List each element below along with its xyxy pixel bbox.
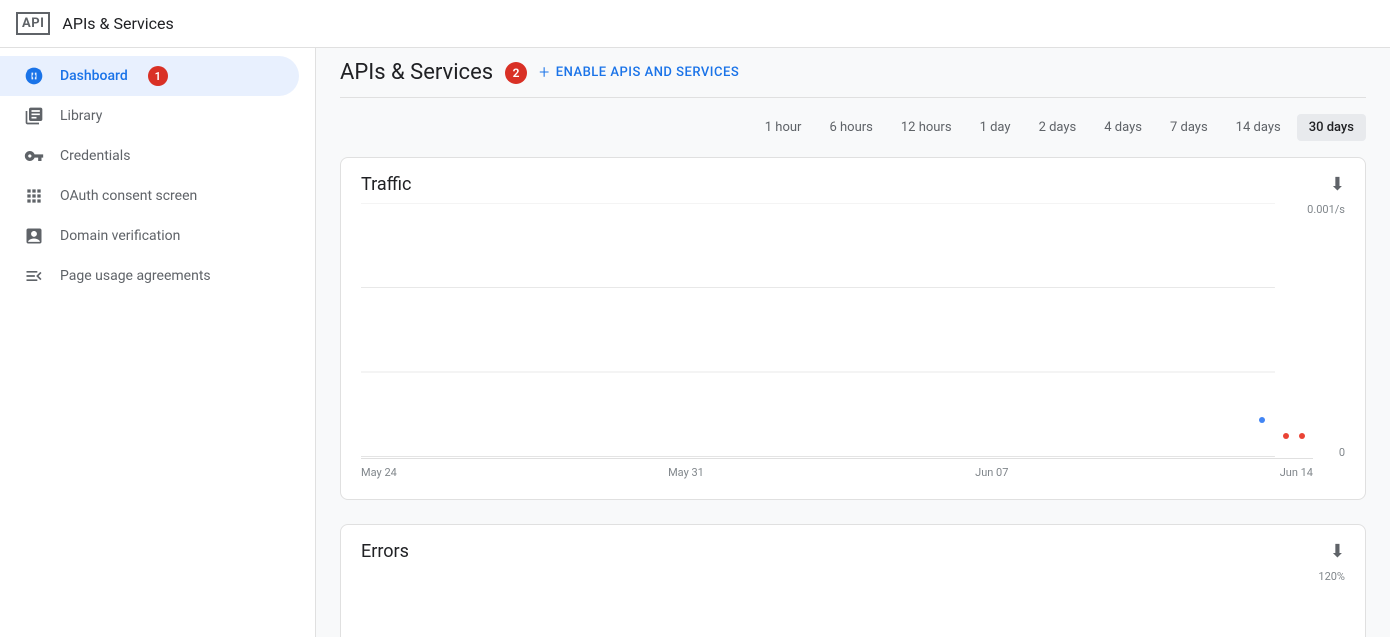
time-btn-1hour[interactable]: 1 hour [753,114,814,141]
key-icon [24,146,44,166]
sidebar-item-library[interactable]: Library [0,96,299,136]
time-btn-7days[interactable]: 7 days [1158,114,1220,141]
time-btn-30days[interactable]: 30 days [1297,114,1366,141]
time-btn-1day[interactable]: 1 day [968,114,1023,141]
oauth-icon [24,186,44,206]
errors-download-button[interactable]: ⬇ [1330,541,1345,562]
sidebar-item-oauth[interactable]: OAuth consent screen [0,176,299,216]
enable-apis-button[interactable]: + ENABLE APIS AND SERVICES [539,62,739,83]
time-range-selector: 1 hour 6 hours 12 hours 1 day 2 days 4 d… [340,114,1366,141]
traffic-dot-blue [1259,417,1265,423]
sidebar-item-domain-label: Domain verification [60,228,180,244]
time-btn-4days[interactable]: 4 days [1092,114,1154,141]
errors-chart-header: Errors ⬇ [361,541,1345,562]
traffic-x-label-1: May 31 [668,466,704,479]
sidebar-dashboard-badge: 1 [148,66,168,86]
settings-icon [24,266,44,286]
time-btn-6hours[interactable]: 6 hours [817,114,884,141]
sidebar-item-domain[interactable]: Domain verification [0,216,299,256]
traffic-x-label-2: Jun 07 [975,466,1008,479]
domain-icon [24,226,44,246]
sidebar-item-dashboard[interactable]: Dashboard 1 [0,56,299,96]
sidebar-item-page-usage-label: Page usage agreements [60,268,211,284]
grid-icon [24,66,44,86]
plus-icon: + [539,62,550,83]
top-bar-title: APIs & Services [62,14,173,33]
time-btn-2days[interactable]: 2 days [1027,114,1089,141]
content-area: APIs & Services 2 + ENABLE APIS AND SERV… [316,48,1390,637]
traffic-x-label-0: May 24 [361,466,397,479]
traffic-chart-area: 0.001/s 0 May 24 May 31 [361,203,1345,483]
page-notification-badge: 2 [505,62,527,84]
traffic-chart-svg [361,203,1313,459]
main-layout: Dashboard 1 Library Credentials [0,48,1390,637]
traffic-scale-bottom: 0 [1339,446,1345,459]
sidebar-item-dashboard-label: Dashboard [60,68,128,84]
traffic-dot-red-2 [1299,433,1305,439]
sidebar-item-page-usage[interactable]: Page usage agreements [0,256,299,296]
sidebar-item-credentials-label: Credentials [60,148,130,164]
traffic-chart-card: Traffic ⬇ 0.001/s 0 [340,157,1366,500]
traffic-chart-title: Traffic [361,174,411,195]
time-btn-14days[interactable]: 14 days [1224,114,1293,141]
traffic-dot-red-1 [1283,433,1289,439]
errors-chart-title: Errors [361,541,409,562]
sidebar-item-credentials[interactable]: Credentials [0,136,299,176]
traffic-chart-header: Traffic ⬇ [361,174,1345,195]
enable-apis-label: ENABLE APIS AND SERVICES [556,65,739,80]
errors-chart-card: Errors ⬇ 120% 100% [340,524,1366,637]
page-header: APIs & Services 2 + ENABLE APIS AND SERV… [340,48,1366,98]
api-logo: API [16,12,50,35]
errors-scale-top: 120% [1318,570,1345,583]
traffic-x-label-3: Jun 14 [1280,466,1313,479]
time-btn-12hours[interactable]: 12 hours [889,114,964,141]
sidebar: Dashboard 1 Library Credentials [0,48,316,637]
sidebar-item-oauth-label: OAuth consent screen [60,188,197,204]
errors-chart-area: 120% 100% [361,570,1345,637]
library-icon [24,106,44,126]
sidebar-item-library-label: Library [60,108,102,124]
traffic-download-button[interactable]: ⬇ [1330,174,1345,195]
traffic-x-labels: May 24 May 31 Jun 07 Jun 14 [361,462,1313,483]
page-title: APIs & Services [340,60,493,85]
top-bar: API APIs & Services [0,0,1390,48]
